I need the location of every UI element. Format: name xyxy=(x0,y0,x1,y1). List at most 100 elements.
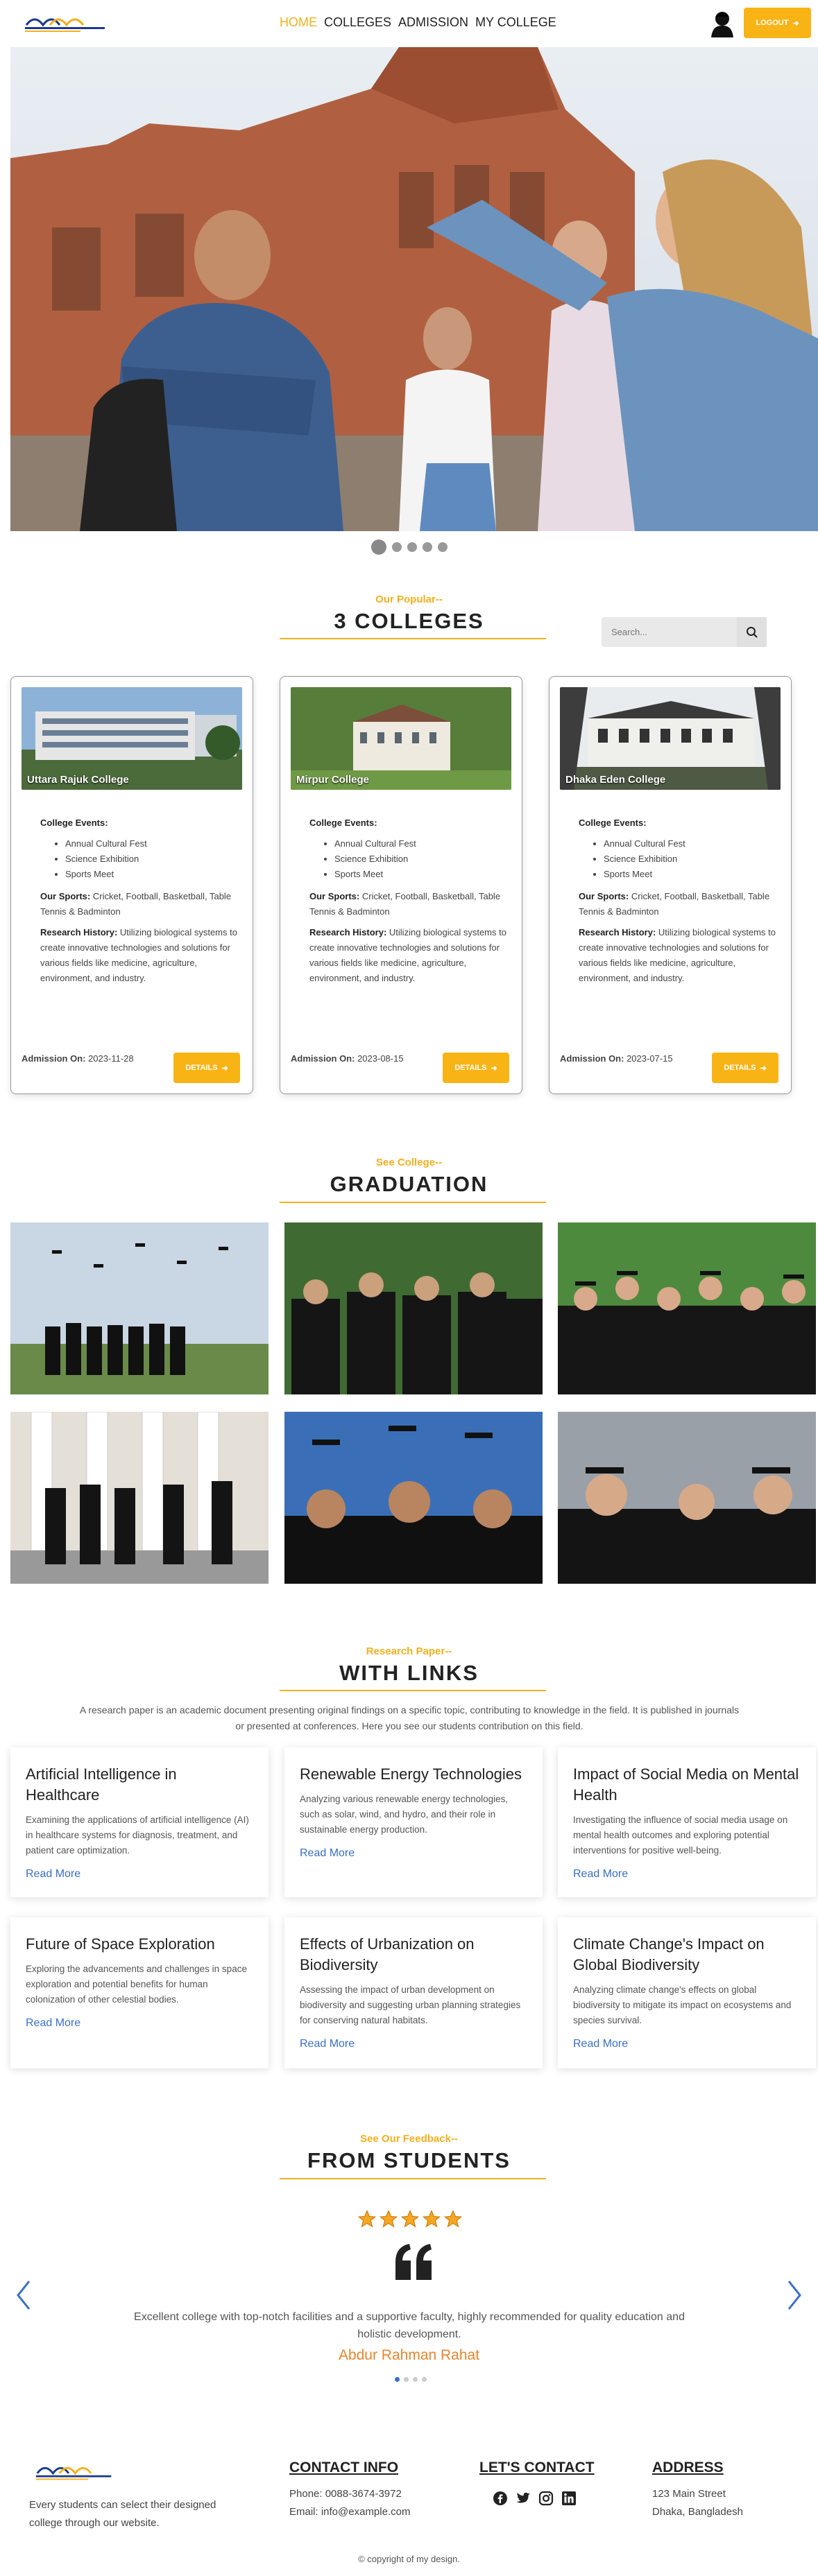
admission-date: Admission On: 2023-08-15 xyxy=(291,1053,404,1064)
paper-desc: Analyzing various renewable energy techn… xyxy=(300,1794,509,1835)
chevron-left-icon[interactable] xyxy=(15,2280,32,2310)
address-line1: 123 Main Street xyxy=(652,2488,726,2500)
list-item: Annual Cultural Fest xyxy=(334,836,511,852)
star-icon xyxy=(443,2209,463,2228)
details-label: DETAILS xyxy=(454,1064,487,1072)
feedback-title: FROM STUDENTS xyxy=(307,2148,511,2172)
nav-home[interactable]: HOME xyxy=(280,15,317,30)
address-line2: Dhaka, Bangladesh xyxy=(652,2506,743,2518)
carousel-dot[interactable] xyxy=(370,539,386,555)
footer-about: Every students can select their designed… xyxy=(29,2499,216,2529)
star-icon xyxy=(357,2209,377,2228)
college-image: Dhaka Eden College xyxy=(560,687,781,790)
star-icon xyxy=(379,2209,398,2228)
logout-button[interactable]: LOGOUT ➜ xyxy=(744,8,811,38)
search-button[interactable] xyxy=(737,617,767,647)
instagram-icon[interactable] xyxy=(538,2491,554,2506)
star-icon xyxy=(400,2209,420,2228)
carousel-dot[interactable] xyxy=(407,542,417,552)
list-item: Sports Meet xyxy=(65,867,241,882)
sports-label: Our Sports: xyxy=(309,891,360,901)
site-logo[interactable] xyxy=(22,10,109,37)
testimonial-dots xyxy=(395,2377,427,2382)
arrow-right-icon: ➜ xyxy=(760,1064,767,1073)
paper-card: Artificial Intelligence in Healthcare Ex… xyxy=(10,1747,269,1897)
college-name: Dhaka Eden College xyxy=(565,774,666,786)
college-details: College Events: Annual Cultural Fest Sci… xyxy=(40,815,241,986)
graduation-photo xyxy=(284,1412,543,1584)
testimonial-dot[interactable] xyxy=(413,2377,418,2382)
carousel-dot[interactable] xyxy=(437,542,448,552)
college-image: Uttara Rajuk College xyxy=(22,687,242,790)
read-more-link[interactable]: Read More xyxy=(26,1868,253,1881)
graduation-photo xyxy=(558,1412,816,1584)
facebook-icon[interactable] xyxy=(493,2491,508,2506)
nav-admission[interactable]: ADMISSION xyxy=(398,15,468,30)
nav-my-college[interactable]: MY COLLEGE xyxy=(475,15,556,30)
details-button[interactable]: DETAILS ➜ xyxy=(173,1053,240,1083)
college-image: Mirpur College xyxy=(291,687,511,790)
read-more-link[interactable]: Read More xyxy=(300,2038,527,2050)
college-card: Uttara Rajuk College College Events: Ann… xyxy=(10,676,253,1094)
nav-links: HOME COLLEGES ADMISSION MY COLLEGE xyxy=(280,15,556,30)
graduation-photo xyxy=(10,1222,269,1394)
research-label: Research History: xyxy=(40,927,118,937)
title-underline xyxy=(280,1690,546,1691)
sports-label: Our Sports: xyxy=(40,891,91,901)
title-underline xyxy=(280,2178,546,2179)
testimonial-dot[interactable] xyxy=(395,2377,400,2382)
paper-card: Effects of Urbanization on Biodiversity … xyxy=(284,1917,543,2068)
list-item: Annual Cultural Fest xyxy=(604,836,780,852)
paper-desc: Analyzing climate change's effects on gl… xyxy=(573,1985,792,2025)
details-button[interactable]: DETAILS ➜ xyxy=(712,1053,778,1083)
user-avatar[interactable] xyxy=(709,10,735,37)
sports-label: Our Sports: xyxy=(579,891,629,901)
testimonial-dot[interactable] xyxy=(404,2377,409,2382)
admission-value: 2023-07-15 xyxy=(627,1053,673,1064)
footer-email[interactable]: Email: info@example.com xyxy=(289,2503,410,2521)
carousel-dot[interactable] xyxy=(391,542,402,552)
contact-heading: CONTACT INFO xyxy=(289,2460,399,2475)
title-underline xyxy=(280,1202,546,1203)
read-more-link[interactable]: Read More xyxy=(573,2038,801,2050)
read-more-link[interactable]: Read More xyxy=(300,1847,527,1860)
details-button[interactable]: DETAILS ➜ xyxy=(443,1053,509,1083)
admission-label: Admission On: xyxy=(22,1053,86,1064)
admission-label: Admission On: xyxy=(560,1053,624,1064)
graduation-photo xyxy=(10,1412,269,1584)
search-input[interactable] xyxy=(602,617,737,647)
paper-title: Impact of Social Media on Mental Health xyxy=(573,1765,799,1804)
social-icons xyxy=(493,2491,577,2506)
events-list: Annual Cultural Fest Science Exhibition … xyxy=(334,836,511,882)
testimonial-dot[interactable] xyxy=(422,2377,427,2382)
nav-colleges[interactable]: COLLEGES xyxy=(324,15,391,30)
quote-icon xyxy=(395,2244,432,2280)
college-search xyxy=(602,617,767,647)
arrow-right-icon: ➜ xyxy=(792,19,799,28)
read-more-link[interactable]: Read More xyxy=(26,2017,253,2030)
address-heading: ADDRESS xyxy=(652,2460,724,2475)
college-details: College Events: Annual Cultural Fest Sci… xyxy=(579,815,780,986)
list-item: Science Exhibition xyxy=(334,852,511,867)
title-underline xyxy=(280,638,546,639)
paper-desc: Investigating the influence of social me… xyxy=(573,1815,788,1856)
admission-date: Admission On: 2023-11-28 xyxy=(22,1053,134,1064)
logout-label: LOGOUT xyxy=(756,19,789,27)
papers-intro: A research paper is an academic document… xyxy=(79,1704,740,1731)
twitter-icon[interactable] xyxy=(515,2491,531,2506)
linkedin-icon[interactable] xyxy=(561,2491,577,2506)
arrow-right-icon: ➜ xyxy=(491,1064,497,1073)
carousel-dot[interactable] xyxy=(422,542,432,552)
paper-title: Effects of Urbanization on Biodiversity xyxy=(300,1935,475,1973)
admission-value: 2023-08-15 xyxy=(357,1053,404,1064)
search-icon xyxy=(746,626,758,638)
list-item: Annual Cultural Fest xyxy=(65,836,241,852)
admission-date: Admission On: 2023-07-15 xyxy=(560,1053,673,1064)
graduation-photo xyxy=(284,1222,543,1394)
read-more-link[interactable]: Read More xyxy=(573,1868,801,1881)
footer-logo[interactable] xyxy=(33,2459,115,2485)
chevron-right-icon[interactable] xyxy=(786,2280,803,2310)
college-name: Uttara Rajuk College xyxy=(27,774,129,786)
college-card: Mirpur College College Events: Annual Cu… xyxy=(280,676,522,1094)
events-label: College Events: xyxy=(579,818,647,828)
